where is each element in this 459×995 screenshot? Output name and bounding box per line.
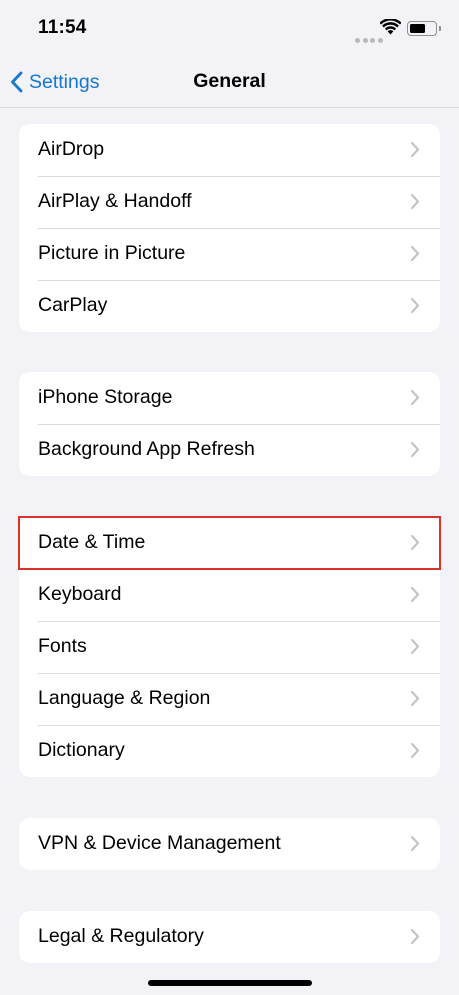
settings-group-legal: Legal & Regulatory [19,911,440,963]
navigation-bar: Settings General [0,56,459,108]
chevron-right-icon [410,245,420,262]
chevron-right-icon [410,534,420,551]
settings-row-dictionary[interactable]: Dictionary [19,725,440,777]
settings-group-locale: Date & Time Keyboard Fonts Language & Re… [18,516,441,777]
row-label: Legal & Regulatory [38,925,204,947]
status-bar: 11:54 [0,0,459,56]
settings-row-airdrop[interactable]: AirDrop [19,124,440,176]
settings-row-language-region[interactable]: Language & Region [19,673,440,725]
chevron-right-icon [410,638,420,655]
home-indicator[interactable] [148,980,312,986]
row-label: AirPlay & Handoff [38,190,192,212]
row-label: Date & Time [38,531,146,553]
settings-row-airplay-handoff[interactable]: AirPlay & Handoff [19,176,440,228]
chevron-right-icon [410,141,420,158]
chevron-right-icon [410,586,420,603]
row-label: Language & Region [38,687,211,709]
settings-row-legal-regulatory[interactable]: Legal & Regulatory [19,911,440,963]
row-label: Picture in Picture [38,242,186,264]
row-label: iPhone Storage [38,386,173,408]
settings-general-screen: 11:54 Settings General AirDrop AirPlay &… [0,0,459,995]
settings-row-fonts[interactable]: Fonts [19,621,440,673]
chevron-right-icon [410,928,420,945]
settings-row-keyboard[interactable]: Keyboard [19,569,440,621]
settings-row-vpn-device-management[interactable]: VPN & Device Management [19,818,440,870]
settings-row-carplay[interactable]: CarPlay [19,280,440,332]
wifi-icon [380,19,401,35]
row-label: Background App Refresh [38,438,255,460]
chevron-right-icon [410,193,420,210]
settings-group-vpn: VPN & Device Management [19,818,440,870]
chevron-right-icon [410,297,420,314]
settings-row-date-time[interactable]: Date & Time [18,516,441,570]
settings-row-iphone-storage[interactable]: iPhone Storage [19,372,440,424]
row-label: Fonts [38,635,87,657]
settings-row-picture-in-picture[interactable]: Picture in Picture [19,228,440,280]
row-label: VPN & Device Management [38,832,281,854]
chevron-right-icon [410,389,420,406]
chevron-right-icon [410,441,420,458]
battery-icon [407,21,441,36]
status-time: 11:54 [38,17,87,38]
row-label: Keyboard [38,583,122,605]
row-label: CarPlay [38,294,108,316]
page-title: General [193,70,266,92]
settings-group-sharing: AirDrop AirPlay & Handoff Picture in Pic… [19,124,440,332]
row-label: AirDrop [38,138,105,160]
chevron-right-icon [410,690,420,707]
settings-group-storage: iPhone Storage Background App Refresh [19,372,440,476]
chevron-right-icon [410,742,420,759]
row-label: Dictionary [38,739,125,761]
chevron-right-icon [410,835,420,852]
settings-row-background-app-refresh[interactable]: Background App Refresh [19,424,440,476]
